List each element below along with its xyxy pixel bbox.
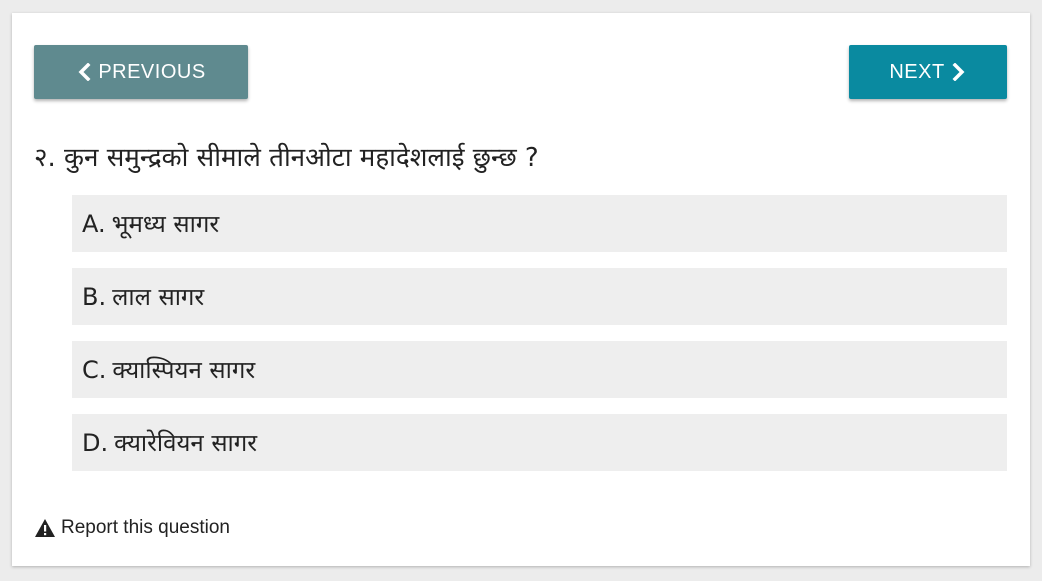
option-letter: C.: [82, 355, 107, 384]
next-button-label: NEXT: [889, 60, 945, 83]
previous-button-label: PREVIOUS: [98, 60, 206, 83]
next-button[interactable]: NEXT: [849, 45, 1007, 99]
option-text: क्यारेवियन सागर: [114, 429, 258, 457]
option-letter: D.: [82, 428, 109, 457]
report-label: Report this question: [61, 517, 230, 538]
option-a[interactable]: A. भूमध्य सागर: [72, 195, 1007, 252]
question-text: २. कुन समुन्द्रको सीमाले तीनओटा महादेशला…: [34, 143, 539, 173]
option-d[interactable]: D. क्यारेवियन सागर: [72, 414, 1007, 471]
option-b[interactable]: B. लाल सागर: [72, 268, 1007, 325]
answer-options: A. भूमध्य सागर B. लाल सागर C. क्यास्पियन…: [72, 195, 1007, 487]
chevron-left-icon: [76, 63, 94, 81]
previous-button[interactable]: PREVIOUS: [34, 45, 248, 99]
option-text: भूमध्य सागर: [111, 210, 220, 238]
option-text: क्यास्पियन सागर: [112, 356, 256, 384]
option-letter: B.: [82, 282, 107, 311]
report-question-link[interactable]: Report this question: [34, 517, 230, 539]
option-letter: A.: [82, 209, 106, 238]
chevron-right-icon: [949, 63, 967, 81]
warning-icon: [34, 518, 56, 538]
option-text: लाल सागर: [112, 283, 205, 311]
quiz-card: PREVIOUS NEXT २. कुन समुन्द्रको सीमाले त…: [12, 13, 1030, 566]
option-c[interactable]: C. क्यास्पियन सागर: [72, 341, 1007, 398]
